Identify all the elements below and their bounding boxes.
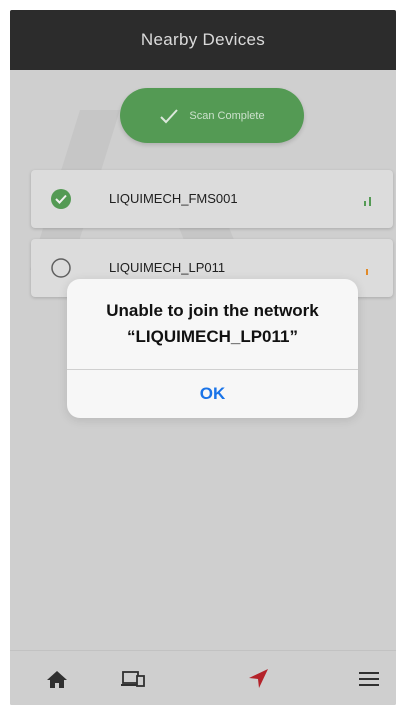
devices-icon[interactable] [120,667,146,691]
alert-message-line-1: Unable to join the network [106,301,319,320]
navigation-arrow-icon[interactable] [246,667,272,691]
selected-check-icon [51,189,71,209]
checkmark-icon [160,108,179,123]
alert-dialog: Unable to join the network “LIQUIMECH_LP… [67,279,358,418]
menu-icon[interactable] [356,667,382,691]
ok-button[interactable]: OK [67,370,358,418]
top-bar: Nearby Devices [10,10,396,70]
home-icon[interactable] [44,667,70,691]
device-name: LIQUIMECH_FMS001 [109,191,238,206]
alert-message-line-2: “LIQUIMECH_LP011” [127,327,298,346]
unselected-radio-icon [51,258,71,278]
page-title: Nearby Devices [140,30,266,49]
scan-button[interactable]: Scan Complete [120,88,304,143]
signal-strength-icon [364,197,371,206]
signal-strength-icon [366,269,368,275]
bottom-tab-bar [10,650,396,705]
scan-button-label: Scan Complete [189,109,265,122]
alert-message: Unable to join the network “LIQUIMECH_LP… [67,279,358,369]
device-row[interactable]: LIQUIMECH_FMS001 [31,170,393,228]
